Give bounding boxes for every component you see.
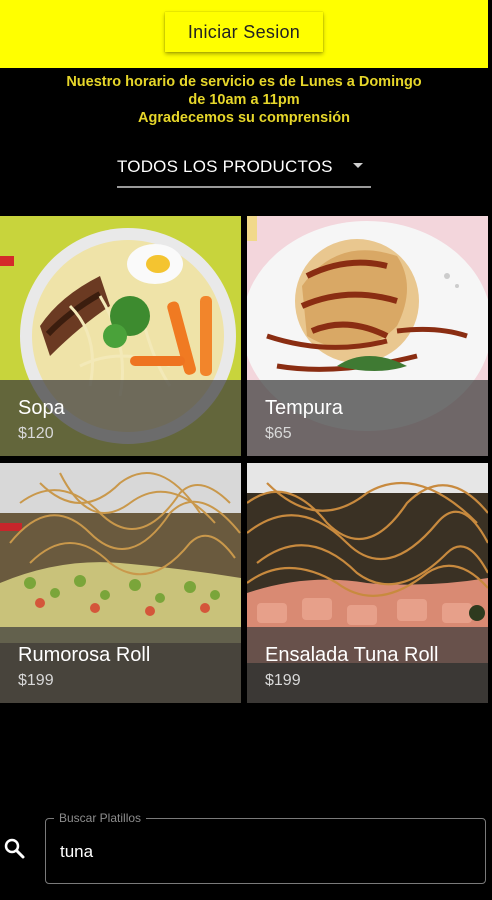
product-card-tempura[interactable]: Tempura $65 (247, 216, 488, 456)
search-field[interactable]: Buscar Platillos (45, 811, 486, 884)
login-button[interactable]: Iniciar Sesion (165, 12, 323, 52)
product-price: $199 (18, 672, 54, 689)
product-name: Ensalada Tuna Roll (265, 644, 439, 666)
product-price: $120 (18, 425, 54, 442)
product-price: $199 (265, 672, 301, 689)
dropdown-arrow-icon (353, 163, 363, 168)
top-bar: Iniciar Sesion (0, 0, 488, 68)
product-card-sopa[interactable]: Sopa $120 (0, 216, 241, 456)
search-input[interactable] (58, 837, 462, 867)
product-name: Rumorosa Roll (18, 644, 151, 666)
service-hours-notice: Nuestro horario de servicio es de Lunes … (0, 73, 488, 127)
category-select[interactable]: TODOS LOS PRODUCTOS (117, 150, 371, 188)
product-price: $65 (265, 425, 292, 442)
notice-line-3: Agradecemos su comprensión (138, 110, 350, 126)
category-select-value: TODOS LOS PRODUCTOS (117, 157, 333, 176)
notice-line-1: Nuestro horario de servicio es de Lunes … (66, 74, 422, 90)
product-card-ensalada-tuna-roll[interactable]: Ensalada Tuna Roll $199 (247, 463, 488, 703)
product-name: Tempura (265, 397, 343, 419)
product-card-rumorosa-roll[interactable]: Rumorosa Roll $199 (0, 463, 241, 703)
product-name: Sopa (18, 397, 65, 419)
search-label: Buscar Platillos (54, 811, 147, 825)
product-grid: Sopa $120 Tempura $65 Rumorosa Roll $199… (0, 216, 488, 706)
notice-line-2: de 10am a 11pm (188, 92, 300, 108)
search-icon (4, 838, 25, 859)
